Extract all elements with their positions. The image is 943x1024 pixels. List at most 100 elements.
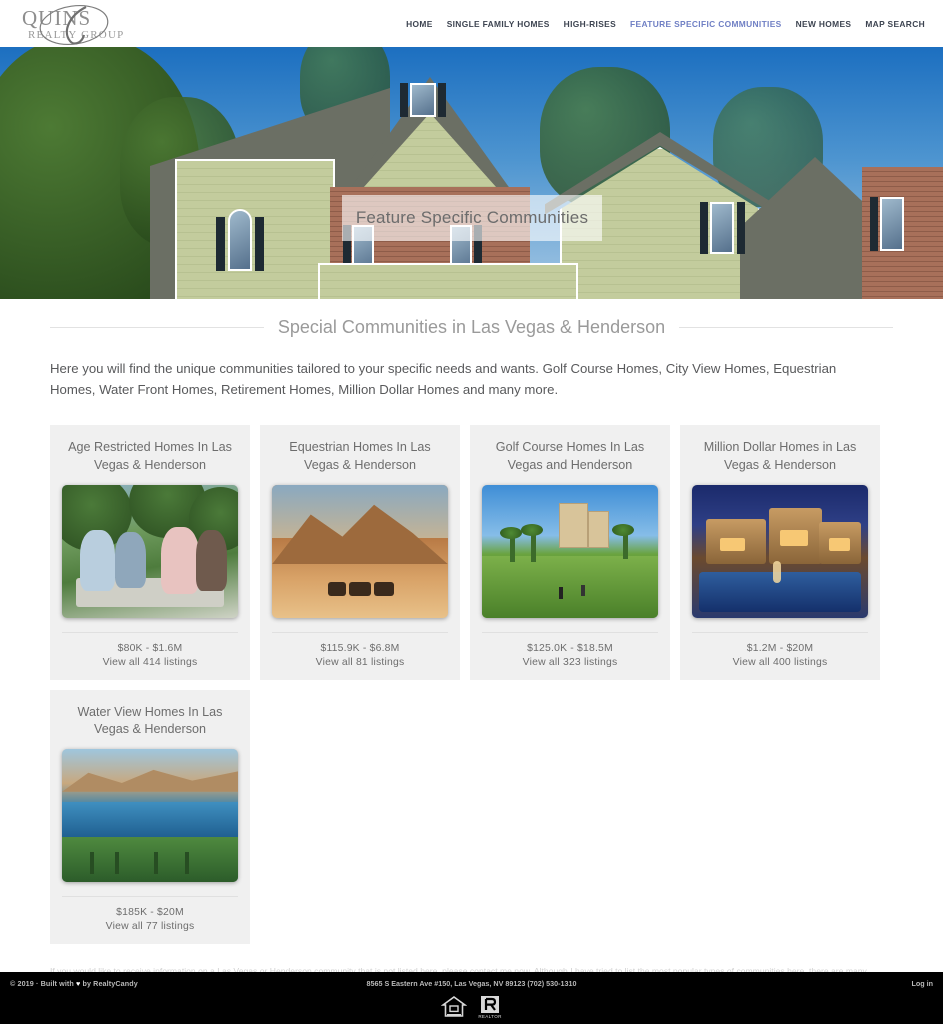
view-listings-link[interactable]: View all 323 listings [482,657,658,668]
main-content: Special Communities in Las Vegas & Hende… [0,317,943,994]
view-listings-link[interactable]: View all 81 listings [272,657,448,668]
fairway-shape [482,556,658,618]
footer-top-row: © 2019 · Built with ♥ by RealtyCandy 856… [0,975,943,992]
rider-shape [328,582,347,597]
hero-window [228,209,252,271]
card-footer: $185K - $20M View all 77 listings [62,896,238,944]
rider-shape [349,582,372,597]
card-title: Equestrian Homes In Las Vegas & Henderso… [289,439,431,472]
login-link[interactable]: Log in [911,979,933,988]
photo-scene [482,484,658,618]
hero-title: Feature Specific Communities [355,208,589,227]
view-listings-link[interactable]: View all 77 listings [62,921,238,932]
hero-window [880,197,904,251]
hero-shutter [255,217,264,271]
card-footer: $80K - $1.6M View all 414 listings [62,631,238,680]
palm-shape [185,852,190,875]
person-shape [114,532,147,589]
site-header: QUINS REALTY GROUP HOME SINGLE FAMILY HO… [0,0,943,47]
community-card-water-view[interactable]: Water View Homes In Las Vegas & Henderso… [50,689,250,945]
hero-shutter [737,202,745,254]
palm-shape [499,527,522,540]
shoreline-shape [62,837,238,883]
person-shape [79,529,115,591]
luxury-mansion-pool-photo[interactable] [692,484,868,618]
heading-rule-left [50,327,264,328]
section-heading: Special Communities in Las Vegas & Hende… [50,317,893,338]
nav-item-high-rises[interactable]: HIGH-RISES [564,19,616,29]
community-card-million-dollar[interactable]: Million Dollar Homes in Las Vegas & Hend… [680,424,880,680]
page-title: Special Communities in Las Vegas & Hende… [277,317,666,337]
photo-scene [692,484,868,618]
price-range: $115.9K - $6.8M [320,642,400,654]
hero-shutter [700,202,708,254]
nav-item-feature-specific-communities[interactable]: FEATURE SPECIFIC COMMUNITIES [630,19,782,29]
card-title: Age Restricted Homes In Las Vegas & Hend… [68,439,232,472]
person-shape [195,529,228,591]
card-footer: $125.0K - $18.5M View all 323 listings [482,631,658,680]
palm-shape [114,852,119,875]
community-card-grid: Age Restricted Homes In Las Vegas & Hend… [50,424,893,945]
window-glow [720,537,745,551]
hero-porch [318,263,578,299]
hero-shutter [216,217,225,271]
hero-banner: Feature Specific Communities [0,47,943,299]
community-card-age-restricted[interactable]: Age Restricted Homes In Las Vegas & Hend… [50,424,250,680]
hero-shutter [438,83,446,117]
hero-shutter [870,197,878,251]
main-navigation: HOME SINGLE FAMILY HOMES HIGH-RISES FEAT… [406,19,925,29]
golf-course-resort-photo[interactable] [482,484,658,618]
price-range: $80K - $1.6M [117,642,183,654]
quins-realty-group-logo[interactable]: QUINS REALTY GROUP [14,1,134,47]
equal-housing-icon [440,996,467,1017]
community-card-golf-course[interactable]: Golf Course Homes In Las Vegas and Hende… [470,424,670,680]
window-glow [780,529,809,546]
price-range: $125.0K - $18.5M [527,642,613,654]
heading-rule-right [679,327,893,328]
person-shape [160,527,200,594]
golfer-shape [580,585,585,597]
lake-shape [62,802,238,840]
card-title: Million Dollar Homes in Las Vegas & Hend… [703,439,857,472]
hero-title-box: Feature Specific Communities [342,195,602,241]
card-footer: $115.9K - $6.8M View all 81 listings [272,631,448,680]
seniors-toasting-photo[interactable] [62,484,238,618]
palm-shape [153,852,158,875]
site-footer: © 2019 · Built with ♥ by RealtyCandy 856… [0,972,943,1024]
resort-tower [587,511,609,549]
card-footer: $1.2M - $20M View all 400 listings [692,631,868,680]
hero-window [710,202,734,254]
window-glow [829,537,851,551]
photo-scene [272,484,448,618]
ridge-shape [62,769,238,792]
price-range: $185K - $20M [116,907,184,919]
intro-paragraph: Here you will find the unique communitie… [50,361,837,398]
card-title: Water View Homes In Las Vegas & Henderso… [77,704,223,737]
nav-item-single-family-homes[interactable]: SINGLE FAMILY HOMES [447,19,550,29]
community-card-equestrian[interactable]: Equestrian Homes In Las Vegas & Henderso… [260,424,460,680]
view-listings-link[interactable]: View all 400 listings [692,657,868,668]
lake-water-view-photo[interactable] [62,749,238,883]
horseback-riders-desert-photo[interactable] [272,484,448,618]
card-title: Golf Course Homes In Las Vegas and Hende… [495,439,645,472]
office-address: 8565 S Eastern Ave #150, Las Vegas, NV 8… [366,979,577,988]
fountain-shape [772,560,781,583]
resort-tower [559,503,588,549]
svg-text:REALTOR: REALTOR [478,1014,502,1019]
realtor-icon: REALTOR [478,996,502,1019]
palm-shape [90,852,95,875]
golfer-shape [559,586,564,599]
palm-shape [520,524,543,537]
rider-shape [374,582,395,597]
price-range: $1.2M - $20M [746,642,814,654]
footer-logos: REALTOR [0,994,943,1020]
photo-scene [62,749,238,883]
photo-scene [62,484,238,618]
palm-shape [612,524,635,537]
nav-item-new-homes[interactable]: NEW HOMES [796,19,852,29]
hero-shutter [400,83,408,117]
view-listings-link[interactable]: View all 414 listings [62,657,238,668]
nav-item-home[interactable]: HOME [406,19,433,29]
hero-window [410,83,436,117]
nav-item-map-search[interactable]: MAP SEARCH [865,19,925,29]
